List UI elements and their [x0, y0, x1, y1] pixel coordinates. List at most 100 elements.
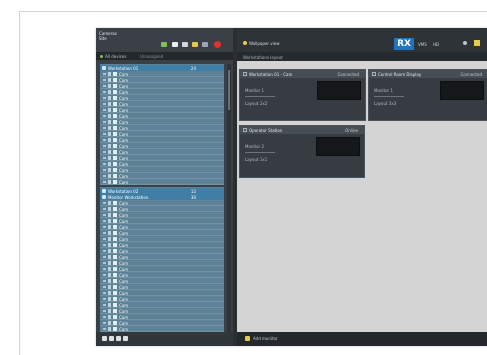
- card-preview-thumbnail[interactable]: [440, 81, 484, 100]
- group-folder-icon: [102, 195, 106, 199]
- expand-arrow-icon[interactable]: [103, 304, 106, 306]
- expand-arrow-icon[interactable]: [103, 133, 106, 135]
- card-monitor-label: Monitor 1: [245, 88, 265, 93]
- settings-icon[interactable]: [202, 42, 208, 47]
- tree-group-name: Monitor Workstation: [108, 194, 149, 200]
- left-panel: Cameras Site All devices Unassigned Work…: [96, 28, 233, 346]
- layout-icon[interactable]: [192, 42, 198, 47]
- expand-arrow-icon[interactable]: [103, 139, 106, 141]
- filter-unassigned[interactable]: Unassigned: [140, 54, 163, 59]
- expand-arrow-icon[interactable]: [103, 238, 106, 240]
- expand-arrow-icon[interactable]: [103, 91, 106, 93]
- expand-arrow-icon[interactable]: [103, 181, 106, 183]
- expand-arrow-icon[interactable]: [103, 79, 106, 81]
- brand-tag-2: HD: [433, 42, 440, 47]
- expand-arrow-icon[interactable]: [103, 328, 106, 330]
- workstation-card[interactable]: Control Room Display Connected Monitor 1 La…: [368, 69, 487, 121]
- app-title: Cameras Site: [99, 31, 117, 41]
- right-subtitle: Workstations layout: [243, 54, 283, 60]
- delete-icon[interactable]: [116, 336, 121, 341]
- card-status: Connected: [460, 72, 482, 77]
- expand-arrow-icon[interactable]: [103, 256, 106, 258]
- expand-arrow-icon[interactable]: [103, 103, 106, 105]
- card-layout-label: Layout 1x1: [245, 157, 268, 162]
- tree-group-name: Workstation 01: [108, 65, 139, 71]
- edit-icon[interactable]: [109, 336, 114, 341]
- left-filter-bar[interactable]: All devices Unassigned: [96, 52, 233, 60]
- tree-group-count: 24: [190, 65, 196, 71]
- expand-arrow-icon[interactable]: [103, 310, 106, 312]
- workstation-card[interactable]: Operator Station Online Monitor 2 Layout 1x…: [239, 125, 365, 178]
- card-layout-label: Layout 3x3: [374, 101, 397, 106]
- monitor-icon[interactable]: [172, 42, 178, 47]
- expand-arrow-icon[interactable]: [103, 262, 106, 264]
- filter-all-devices[interactable]: All devices: [105, 54, 126, 59]
- brand-logo: RX: [394, 38, 414, 50]
- expand-arrow-icon[interactable]: [103, 214, 106, 216]
- card-divider: [374, 96, 404, 97]
- expand-arrow-icon[interactable]: [103, 169, 106, 171]
- help-icon[interactable]: [463, 41, 467, 45]
- record-icon[interactable]: [214, 41, 221, 48]
- add-monitor-icon[interactable]: [245, 336, 250, 341]
- expand-arrow-icon[interactable]: [103, 316, 106, 318]
- snapshot-icon[interactable]: [161, 42, 167, 47]
- expand-arrow-icon[interactable]: [103, 163, 106, 165]
- expand-arrow-icon[interactable]: [103, 250, 106, 252]
- right-title: Wallpaper view: [249, 41, 280, 46]
- card-monitor-label: Monitor 2: [245, 144, 265, 149]
- workstation-card[interactable]: Workstation 01 - Cam Connected Monitor 1 La…: [239, 69, 366, 121]
- expand-arrow-icon[interactable]: [103, 151, 106, 153]
- expand-arrow-icon[interactable]: [103, 109, 106, 111]
- expand-arrow-icon[interactable]: [103, 145, 106, 147]
- expand-arrow-icon[interactable]: [103, 73, 106, 75]
- warning-icon[interactable]: [474, 40, 480, 46]
- expand-arrow-icon[interactable]: [103, 322, 106, 324]
- card-preview-thumbnail[interactable]: [317, 81, 361, 100]
- expand-arrow-icon[interactable]: [103, 298, 106, 300]
- add-monitor-label[interactable]: Add monitor: [253, 336, 278, 341]
- expand-arrow-icon[interactable]: [103, 286, 106, 288]
- expand-arrow-icon[interactable]: [103, 292, 106, 294]
- expand-arrow-icon[interactable]: [103, 202, 106, 204]
- card-title: Workstation 01 - Cam: [249, 72, 293, 77]
- card-layout-label: Layout 2x2: [245, 101, 268, 106]
- tree-separator: [100, 185, 224, 187]
- expand-arrow-icon[interactable]: [103, 97, 106, 99]
- expand-arrow-icon[interactable]: [103, 208, 106, 210]
- expand-arrow-icon[interactable]: [103, 157, 106, 159]
- expand-arrow-icon[interactable]: [103, 115, 106, 117]
- card-header: Workstation 01 - Cam Connected: [240, 70, 365, 78]
- card-preview-thumbnail[interactable]: [316, 137, 360, 156]
- expand-arrow-icon[interactable]: [103, 268, 106, 270]
- expand-arrow-icon[interactable]: [103, 274, 106, 276]
- card-checkbox[interactable]: [372, 72, 376, 76]
- expand-arrow-icon[interactable]: [103, 220, 106, 222]
- expand-arrow-icon[interactable]: [103, 280, 106, 282]
- add-icon[interactable]: [102, 336, 107, 341]
- expand-arrow-icon[interactable]: [103, 121, 106, 123]
- tree-scrollbar[interactable]: [227, 64, 231, 340]
- card-divider: [245, 96, 275, 97]
- expand-arrow-icon[interactable]: [103, 175, 106, 177]
- expand-arrow-icon[interactable]: [103, 244, 106, 246]
- expand-arrow-icon[interactable]: [103, 85, 106, 87]
- card-monitor-label: Monitor 1: [374, 88, 394, 93]
- card-checkbox[interactable]: [243, 128, 247, 132]
- card-status: Online: [345, 128, 358, 133]
- right-subheader: Workstations layout: [237, 52, 487, 61]
- grid-icon[interactable]: [182, 42, 188, 47]
- tree-group-name: Workstation 02: [108, 188, 139, 194]
- expand-arrow-icon[interactable]: [103, 232, 106, 234]
- refresh-icon[interactable]: [123, 336, 128, 341]
- brand-tag-1: VMS: [418, 42, 427, 47]
- card-status: Connected: [337, 72, 359, 77]
- expand-arrow-icon[interactable]: [103, 127, 106, 129]
- tree-scrollbar-thumb[interactable]: [228, 70, 230, 110]
- tree-group-count: 12: [190, 188, 196, 194]
- expand-arrow-icon[interactable]: [103, 226, 106, 228]
- app-title-line2: Site: [99, 36, 107, 41]
- status-dot-icon: [243, 41, 247, 45]
- card-checkbox[interactable]: [243, 72, 247, 76]
- group-folder-icon: [102, 189, 106, 193]
